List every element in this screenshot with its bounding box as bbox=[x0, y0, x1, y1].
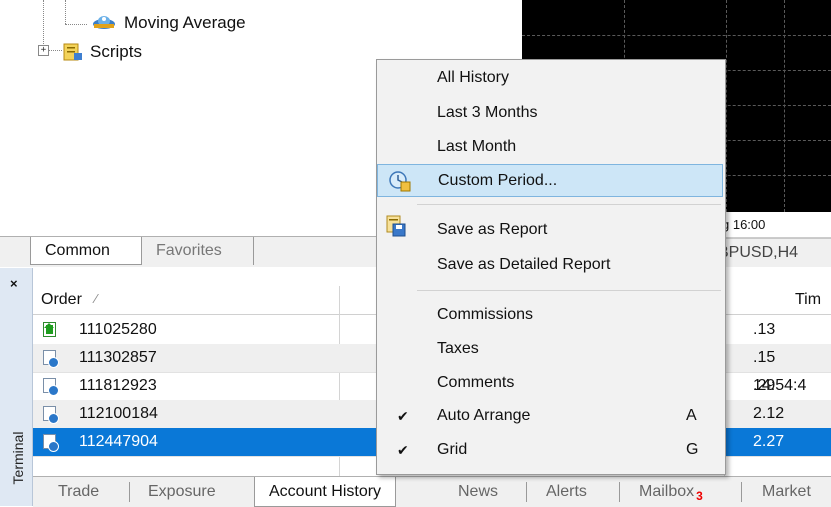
expert-advisor-icon bbox=[93, 16, 115, 29]
tab-alerts[interactable]: Alerts bbox=[546, 477, 587, 506]
order-number: 111025280 bbox=[79, 321, 157, 338]
document-order-icon bbox=[43, 434, 59, 452]
menu-item-grid[interactable]: ✔ Grid G bbox=[377, 440, 723, 464]
menu-item-label: Custom Period... bbox=[438, 172, 558, 189]
tree-item-scripts[interactable]: Scripts bbox=[62, 42, 142, 62]
tree-item-label: Moving Average bbox=[124, 13, 246, 32]
chart-time-label: g 16:00 bbox=[718, 212, 831, 238]
tab-mailbox-label: Mailbox bbox=[639, 483, 695, 500]
menu-item-label: Save as Report bbox=[437, 221, 548, 238]
menu-item-comments[interactable]: Comments bbox=[377, 373, 723, 397]
chart-tab-gbpusd[interactable]: BPUSD,H4 bbox=[718, 244, 798, 262]
menu-item-label: Last 3 Months bbox=[437, 104, 538, 121]
menu-item-last-3-months[interactable]: Last 3 Months bbox=[377, 103, 723, 127]
menu-item-label: Save as Detailed Report bbox=[437, 256, 611, 273]
tab-favorites[interactable]: Favorites bbox=[142, 237, 254, 265]
menu-item-save-as-detailed-report[interactable]: Save as Detailed Report bbox=[377, 255, 723, 279]
menu-separator bbox=[417, 290, 721, 291]
document-order-icon bbox=[43, 378, 59, 396]
menu-item-label: Last Month bbox=[437, 138, 517, 155]
document-order-icon bbox=[43, 350, 59, 368]
close-icon[interactable]: × bbox=[10, 276, 18, 291]
menu-item-label: Taxes bbox=[437, 340, 479, 357]
menu-item-all-history[interactable]: All History bbox=[377, 68, 723, 92]
menu-item-taxes[interactable]: Taxes bbox=[377, 339, 723, 363]
menu-item-label: Comments bbox=[437, 374, 515, 391]
checkmark-icon: ✔ bbox=[397, 442, 409, 458]
column-header-time[interactable]: Tim bbox=[795, 291, 821, 309]
tree-item-label: Scripts bbox=[90, 42, 142, 61]
mailbox-count-badge: 3 bbox=[696, 489, 703, 503]
scripts-folder-icon bbox=[63, 43, 82, 61]
tree-item-moving-average[interactable]: Moving Average bbox=[90, 13, 246, 33]
tab-trade[interactable]: Trade bbox=[58, 477, 99, 506]
menu-item-auto-arrange[interactable]: ✔ Auto Arrange A bbox=[377, 406, 723, 430]
menu-item-save-as-report[interactable]: Save as Report bbox=[377, 215, 723, 244]
menu-item-label: Grid bbox=[437, 441, 468, 458]
tab-common[interactable]: Common bbox=[30, 237, 142, 265]
order-number: 111812923 bbox=[79, 377, 157, 394]
terminal-title: Terminal bbox=[10, 431, 26, 485]
order-number: 111302857 bbox=[79, 349, 157, 366]
menu-item-custom-period[interactable]: Custom Period... bbox=[377, 164, 723, 197]
document-order-icon bbox=[43, 406, 59, 424]
save-report-icon bbox=[386, 215, 406, 237]
menu-item-label: Commissions bbox=[437, 306, 534, 323]
checkmark-icon: ✔ bbox=[397, 408, 409, 424]
menu-shortcut: G bbox=[686, 441, 699, 458]
clock-calendar-icon bbox=[389, 171, 411, 192]
expand-toggle-icon[interactable]: + bbox=[38, 45, 49, 56]
order-number: 112447904 bbox=[79, 433, 158, 450]
sort-icon: ⁄ bbox=[95, 291, 98, 306]
column-header-order[interactable]: Order bbox=[41, 291, 82, 309]
menu-item-label: Auto Arrange bbox=[437, 407, 531, 424]
menu-shortcut: A bbox=[686, 407, 697, 424]
tab-exposure[interactable]: Exposure bbox=[148, 477, 216, 506]
menu-item-label: All History bbox=[437, 69, 510, 86]
order-number: 112100184 bbox=[79, 405, 158, 422]
buy-order-icon bbox=[43, 322, 56, 337]
menu-item-last-month[interactable]: Last Month bbox=[377, 137, 723, 161]
tab-news[interactable]: News bbox=[458, 477, 498, 506]
tab-mailbox[interactable]: Mailbox 3 bbox=[639, 477, 703, 506]
tab-account-history[interactable]: Account History bbox=[254, 477, 397, 507]
menu-item-commissions[interactable]: Commissions bbox=[377, 305, 723, 329]
tab-market[interactable]: Market bbox=[762, 477, 811, 506]
menu-separator bbox=[417, 204, 721, 205]
